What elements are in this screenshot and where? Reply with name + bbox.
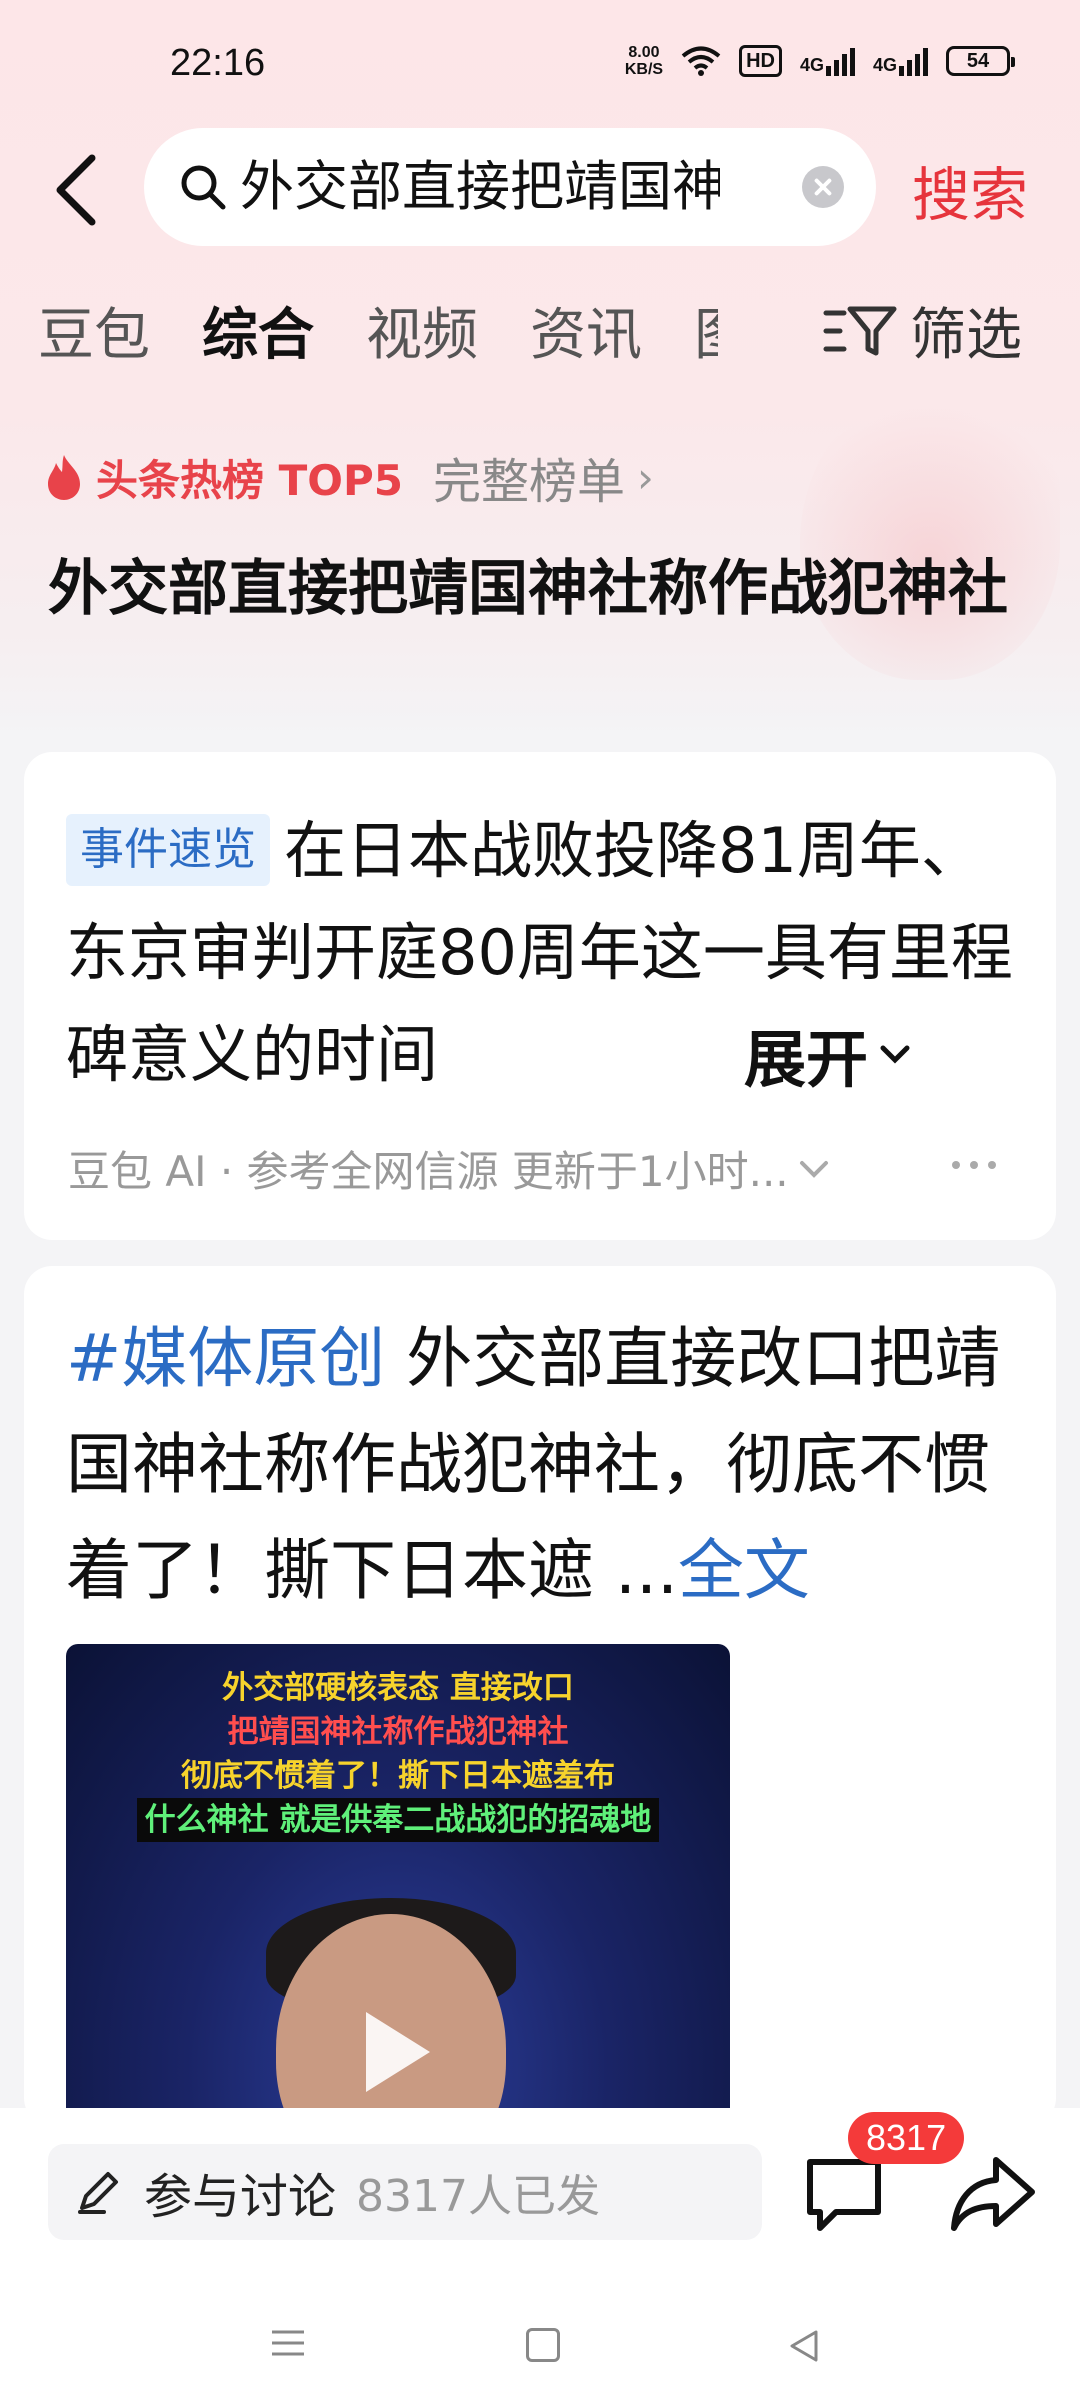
bottom-action-bar: 参与讨论 8317人已发 8317 xyxy=(0,2108,1080,2288)
filter-label: 筛选 xyxy=(910,303,1022,368)
network-speed: 8.00 KB/S xyxy=(625,44,663,78)
status-bar: 22:16 8.00 KB/S HD 4G 4G 54 xyxy=(0,0,1080,130)
chevron-right-icon: › xyxy=(637,452,654,502)
search-query-text[interactable]: 外交部直接把靖国神社称作战犯神社 xyxy=(240,156,720,218)
tab-comprehensive[interactable]: 综合 xyxy=(202,290,314,390)
video-thumbnail[interactable]: 外交部硬核表态 直接改口 把靖国神社称作战犯神社 彻底不惯着了！撕下日本遮羞布 … xyxy=(66,1644,730,2126)
summary-meta-text: 豆包 AI · 参考全网信源 更新于1小时... xyxy=(68,1147,789,1196)
summary-meta: 豆包 AI · 参考全网信源 更新于1小时... xyxy=(68,1138,831,1199)
video-caption-line: 把靖国神社称作战犯神社 xyxy=(227,1714,569,1750)
tab-video[interactable]: 视频 xyxy=(366,290,478,390)
tab-images[interactable]: 图 xyxy=(694,290,718,390)
tab-bar: 豆包 综合 视频 资讯 图 xyxy=(38,290,798,390)
text-fade xyxy=(684,1004,744,1104)
full-list-link[interactable]: 完整榜单 xyxy=(433,442,625,512)
hd-voice-badge: HD xyxy=(739,45,782,77)
video-caption: 外交部硬核表态 直接改口 把靖国神社称作战犯神社 彻底不惯着了！撕下日本遮羞布 … xyxy=(66,1666,730,1842)
home-icon[interactable] xyxy=(526,2328,560,2362)
tab-news[interactable]: 资讯 xyxy=(530,290,642,390)
expand-label: 展开 xyxy=(744,1023,869,1096)
status-icons: 8.00 KB/S HD 4G 4G 54 xyxy=(625,44,1015,78)
back-button[interactable] xyxy=(40,140,120,240)
battery-icon: 54 xyxy=(946,46,1015,76)
filter-button[interactable]: 筛选 xyxy=(822,290,1022,371)
hot-list-title: 头条热榜 TOP5 xyxy=(96,455,403,505)
event-tag: 事件速览 xyxy=(66,814,270,886)
search-icon xyxy=(181,165,226,210)
chevron-down-icon xyxy=(880,1045,910,1064)
signal-2: 4G xyxy=(873,46,928,76)
system-nav-bar xyxy=(0,2288,1080,2400)
signal-bars-icon xyxy=(825,46,855,76)
pen-icon xyxy=(78,2172,118,2214)
signal-1: 4G xyxy=(800,46,855,76)
event-summary-card[interactable]: 事件速览 在日本战败投降81周年、东京审判开庭80周年这一具有里程碑意义的时间 展… xyxy=(24,752,1056,1240)
post-text-block: #媒体原创 外交部直接改口把靖国神社称作战犯神社，彻底不惯着了！撕下日本遮 ..… xyxy=(66,1306,1036,1624)
signal-1-label: 4G xyxy=(799,55,824,75)
share-icon[interactable] xyxy=(948,2152,1038,2236)
discussion-count: 8317人已发 xyxy=(356,2171,600,2222)
hot-list-row[interactable]: 头条热榜 TOP5 完整榜单 › xyxy=(44,442,654,512)
more-options-icon[interactable] xyxy=(952,1150,1012,1180)
search-button[interactable]: 搜索 xyxy=(912,148,1028,232)
flame-icon xyxy=(48,455,80,500)
discussion-label: 参与讨论 xyxy=(144,2169,337,2225)
page-title: 外交部直接把靖国神社称作战犯神社 xyxy=(48,554,1008,624)
full-text-link[interactable]: 全文 xyxy=(678,1532,810,1609)
network-speed-value: 8.00 xyxy=(628,44,660,61)
video-caption-line: 什么神社 就是供奉二战战犯的招魂地 xyxy=(136,1798,660,1842)
menu-icon[interactable] xyxy=(270,2328,306,2358)
tab-doubao[interactable]: 豆包 xyxy=(38,290,150,390)
post-hashtag[interactable]: #媒体原创 xyxy=(66,1320,385,1397)
play-icon[interactable] xyxy=(366,2012,430,2092)
video-caption-line: 彻底不惯着了！撕下日本遮羞布 xyxy=(181,1758,615,1794)
comment-icon[interactable] xyxy=(802,2152,886,2236)
status-time: 22:16 xyxy=(170,42,266,84)
video-caption-line: 外交部硬核表态 直接改口 xyxy=(222,1670,574,1706)
discussion-input[interactable]: 参与讨论 8317人已发 xyxy=(48,2144,762,2240)
clear-icon[interactable] xyxy=(802,166,844,208)
post-card[interactable]: #媒体原创 外交部直接改口把靖国神社称作战犯神社，彻底不惯着了！撕下日本遮 ..… xyxy=(24,1266,1056,2126)
filter-icon xyxy=(823,306,897,355)
chevron-down-icon[interactable] xyxy=(797,1157,831,1181)
signal-bars-icon xyxy=(899,46,928,76)
comment-count-badge: 8317 xyxy=(848,2112,965,2164)
search-input[interactable]: 外交部直接把靖国神社称作战犯神社 xyxy=(144,128,876,246)
expand-button[interactable]: 展开 xyxy=(740,1004,913,1104)
network-speed-unit: KB/S xyxy=(624,61,664,78)
back-triangle-icon[interactable] xyxy=(784,2326,824,2366)
wifi-icon xyxy=(681,46,721,76)
signal-2-label: 4G xyxy=(872,55,897,75)
search-results-page: 22:16 8.00 KB/S HD 4G 4G 54 外交部直接把靖国神 搜索… xyxy=(0,0,1080,2400)
